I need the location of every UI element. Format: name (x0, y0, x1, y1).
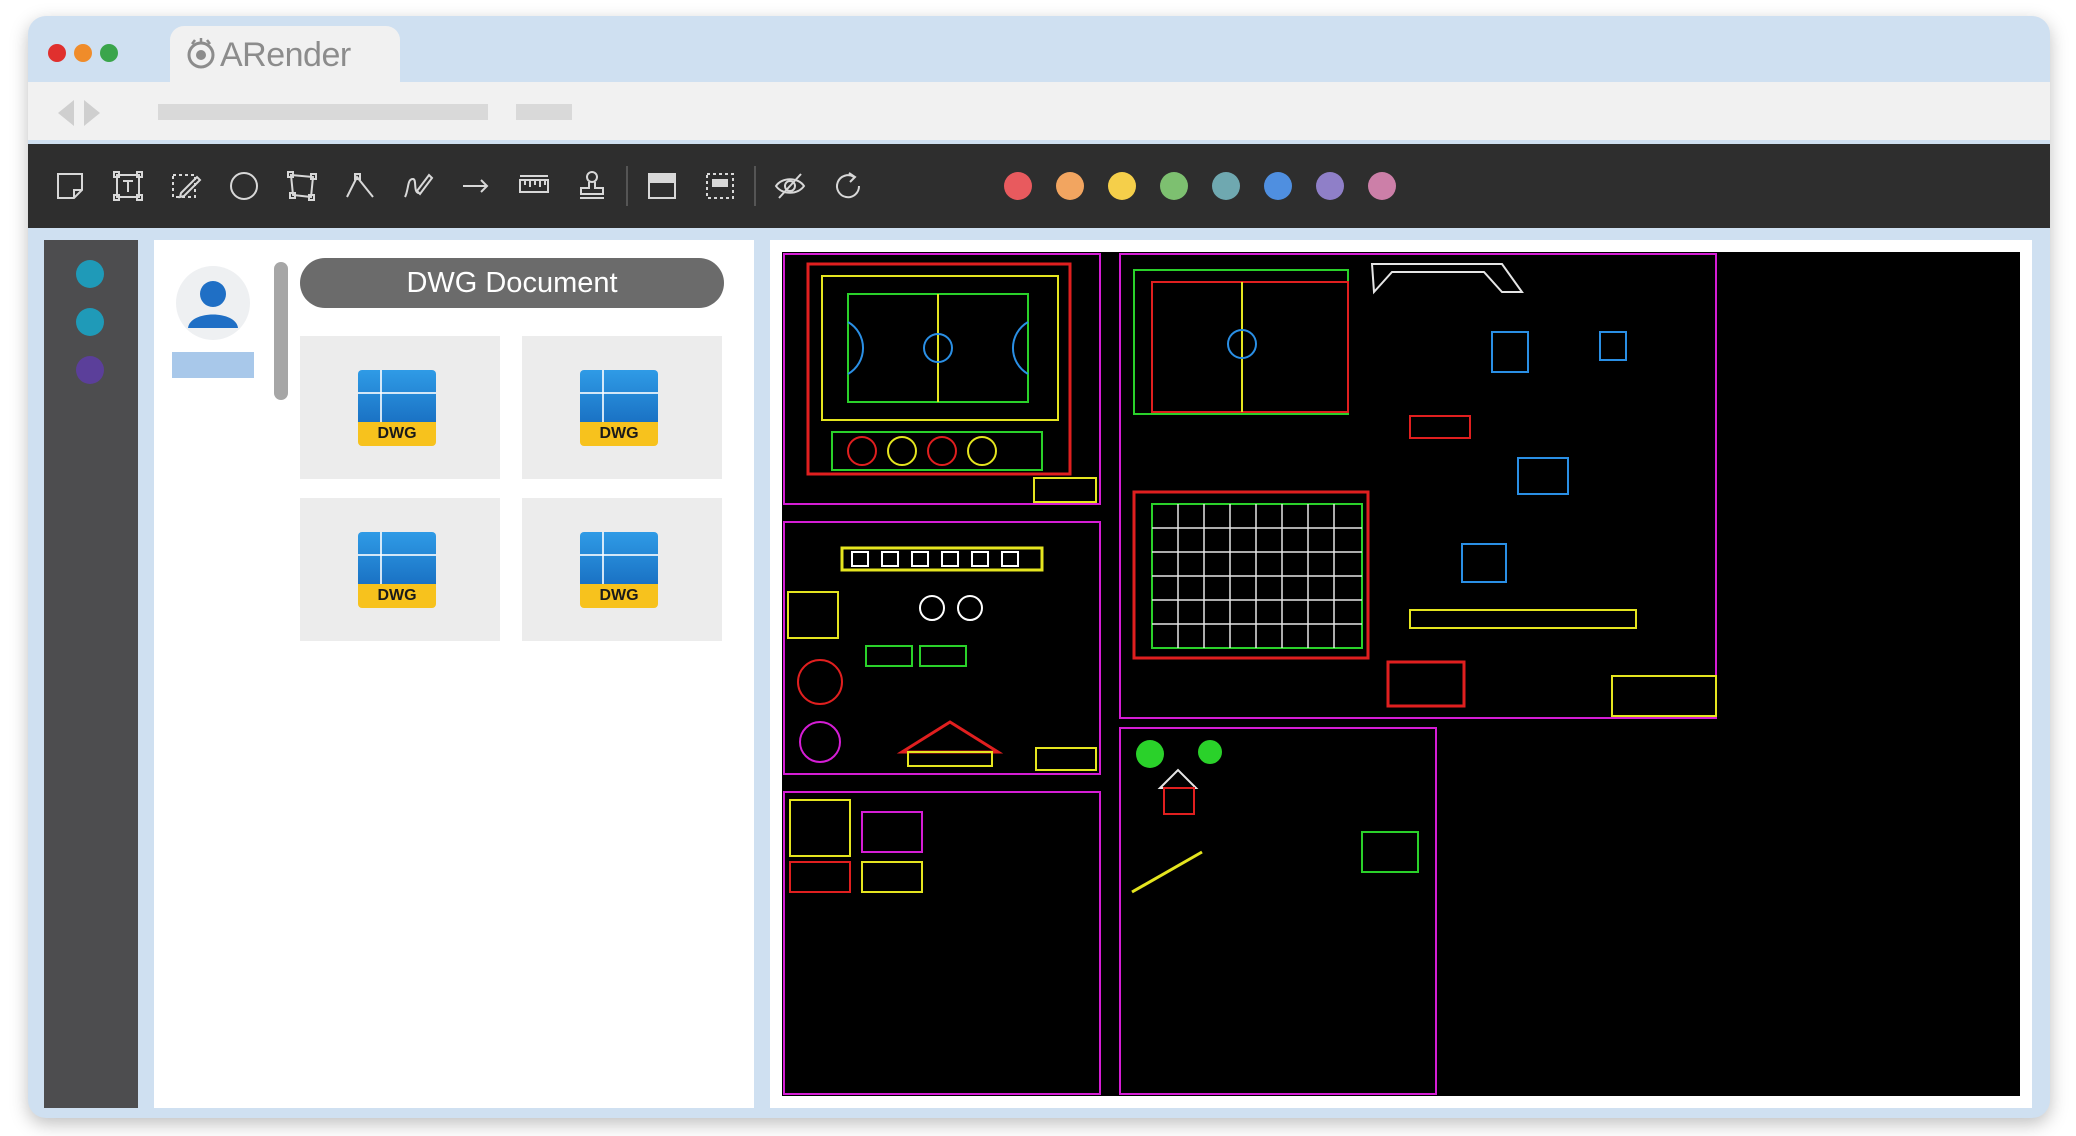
document-thumbnail-4[interactable]: DWG (522, 498, 722, 641)
color-swatch-3[interactable] (1108, 172, 1136, 200)
dwg-file-icon: DWG (358, 370, 436, 446)
address-bar-area (28, 82, 2050, 140)
rotate-tool[interactable] (826, 164, 870, 208)
nav-dot-3[interactable] (76, 356, 104, 384)
text-box-tool[interactable] (106, 164, 150, 208)
redact-select-tool[interactable] (698, 164, 742, 208)
color-swatch-8[interactable] (1368, 172, 1396, 200)
polyline-tool[interactable] (338, 164, 382, 208)
document-panel: DWG Document DWG DWG DWG DWG (154, 240, 754, 1108)
redact-area-tool[interactable] (640, 164, 684, 208)
dwg-file-icon: DWG (580, 370, 658, 446)
circle-tool[interactable] (222, 164, 266, 208)
dwg-file-icon: DWG (580, 532, 658, 608)
dwg-drawing-canvas[interactable] (782, 252, 2020, 1096)
circle-icon (230, 172, 258, 200)
forward-button[interactable] (84, 100, 100, 126)
ruler-icon (519, 175, 549, 193)
redact-area-icon (648, 173, 676, 199)
annotation-toolbar (28, 144, 2050, 228)
user-icon (188, 281, 238, 328)
window-maximize-button[interactable] (100, 44, 118, 62)
toolbar-divider (754, 166, 756, 206)
rotate-icon (836, 172, 861, 199)
polygon-icon (287, 171, 317, 201)
cad-drawing (783, 253, 1717, 1095)
document-thumbnail-2[interactable]: DWG (522, 336, 722, 479)
nav-dot-1[interactable] (76, 260, 104, 288)
browser-window: ARender DWG Document DWG DWG DWG DWG (28, 16, 2050, 1118)
document-thumbnail-3[interactable]: DWG (300, 498, 500, 641)
color-swatch-4[interactable] (1160, 172, 1188, 200)
tab-title: ARender (220, 36, 351, 74)
hide-annotations-tool[interactable] (768, 164, 812, 208)
browser-tab[interactable]: ARender (170, 26, 400, 82)
freehand-highlight-icon (172, 174, 202, 199)
sticky-note-icon (57, 173, 83, 199)
color-swatch-7[interactable] (1316, 172, 1344, 200)
document-header-pill: DWG Document (300, 258, 724, 308)
back-button[interactable] (58, 100, 74, 126)
freehand-highlight-tool[interactable] (164, 164, 208, 208)
text-box-icon (113, 171, 143, 201)
dwg-file-icon: DWG (358, 532, 436, 608)
polygon-tool[interactable] (280, 164, 324, 208)
document-thumbnail-1[interactable]: DWG (300, 336, 500, 479)
url-bar-extra[interactable] (516, 104, 572, 120)
stamp-tool[interactable] (570, 164, 614, 208)
user-name-placeholder (172, 352, 254, 378)
redact-select-icon (706, 173, 734, 199)
arender-logo-icon (187, 38, 215, 69)
sticky-note-tool[interactable] (48, 164, 92, 208)
hide-annotations-icon (774, 173, 806, 199)
window-close-button[interactable] (48, 44, 66, 62)
window-minimize-button[interactable] (74, 44, 92, 62)
document-viewer (770, 240, 2032, 1108)
left-navigation-strip (44, 240, 138, 1108)
url-bar[interactable] (158, 104, 488, 120)
color-swatch-5[interactable] (1212, 172, 1240, 200)
stamp-icon (580, 171, 604, 199)
user-avatar[interactable] (176, 266, 250, 340)
panel-scrollbar[interactable] (274, 262, 288, 400)
nav-dot-2[interactable] (76, 308, 104, 336)
freehand-pen-tool[interactable] (396, 164, 440, 208)
arrow-icon (463, 179, 489, 193)
polyline-icon (346, 173, 374, 198)
arrow-tool[interactable] (454, 164, 498, 208)
color-swatch-6[interactable] (1264, 172, 1292, 200)
color-swatch-1[interactable] (1004, 172, 1032, 200)
color-swatch-2[interactable] (1056, 172, 1084, 200)
ruler-tool[interactable] (512, 164, 556, 208)
freehand-pen-icon (404, 173, 434, 198)
toolbar-divider (626, 166, 628, 206)
